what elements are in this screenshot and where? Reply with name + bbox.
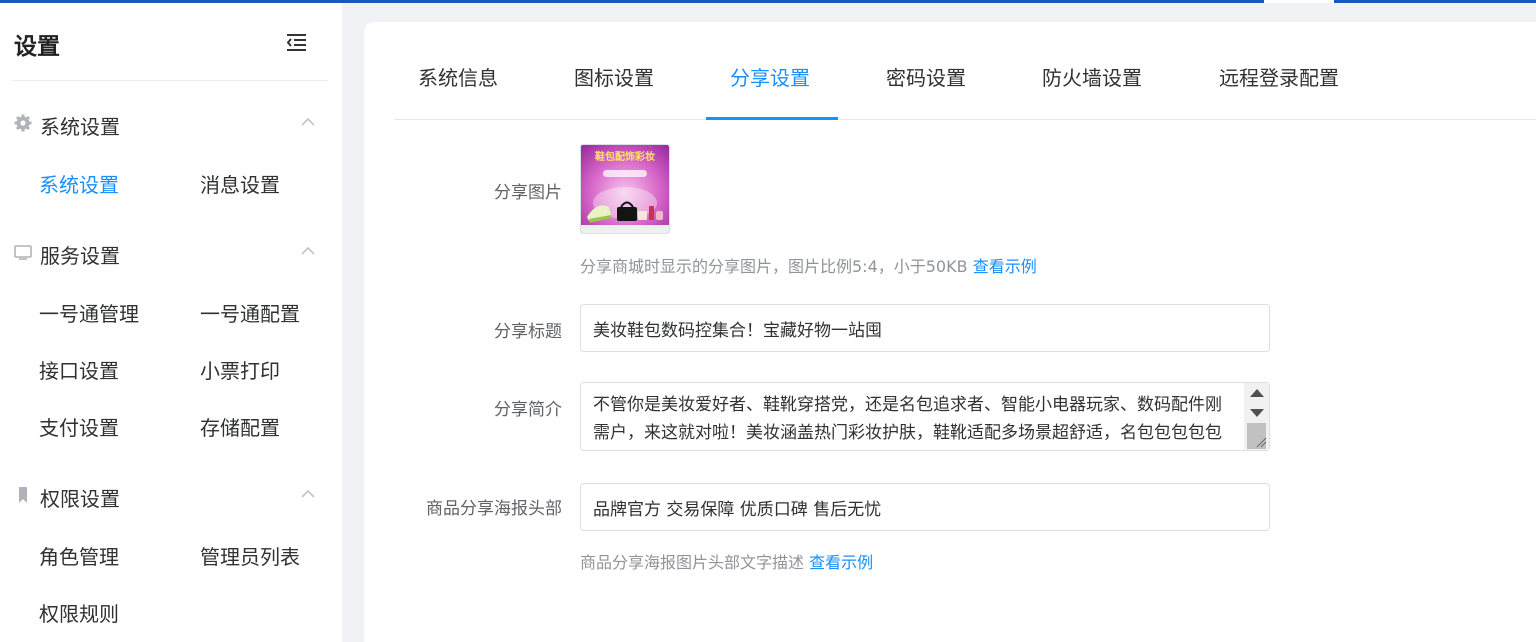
- share-image-hint: 分享商城时显示的分享图片，图片比例5:4，小于50KB 查看示例: [580, 253, 1037, 277]
- poster-header-value: 品牌官方 交易保障 优质口碑 售后无忧: [593, 499, 882, 520]
- chevron-up-icon: [301, 489, 315, 498]
- share-title-input[interactable]: 美妆鞋包数码控集合！宝藏好物一站囤: [580, 304, 1270, 352]
- scroll-up-arrow-icon[interactable]: [1250, 389, 1264, 397]
- poster-header-label: 商品分享海报头部: [426, 499, 562, 519]
- poster-header-hint-text: 商品分享海报图片头部文字描述: [580, 553, 805, 572]
- share-title-value: 美妆鞋包数码控集合！宝藏好物一站囤: [593, 320, 882, 341]
- poster-header-hint: 商品分享海报图片头部文字描述 查看示例: [580, 549, 873, 573]
- share-desc-label: 分享简介: [494, 400, 562, 420]
- tab-icon-settings[interactable]: 图标设置: [574, 62, 654, 91]
- menu-group-permission-settings[interactable]: 权限设置: [0, 476, 342, 516]
- gear-icon: [14, 114, 32, 132]
- sidebar-item-message-settings[interactable]: 消息设置: [200, 169, 280, 198]
- tab-firewall-settings[interactable]: 防火墙设置: [1042, 62, 1142, 91]
- menu-group-label: 服务设置: [40, 244, 120, 268]
- share-image-thumbnail[interactable]: 鞋包配饰彩妆: [580, 144, 670, 234]
- share-image-picture: 鞋包配饰彩妆: [581, 145, 669, 233]
- chevron-up-icon: [301, 117, 315, 126]
- menu-group-system-settings[interactable]: 系统设置: [0, 104, 342, 144]
- sidebar-item-role-manage[interactable]: 角色管理: [39, 541, 119, 570]
- sidebar-item-admin-list[interactable]: 管理员列表: [200, 541, 300, 570]
- poster-header-input[interactable]: 品牌官方 交易保障 优质口碑 售后无忧: [580, 483, 1270, 531]
- share-image-label: 分享图片: [494, 183, 562, 203]
- tab-share-settings[interactable]: 分享设置: [730, 62, 810, 91]
- poster-header-example-link[interactable]: 查看示例: [809, 553, 873, 572]
- settings-tabs: 系统信息 图标设置 分享设置 密码设置 防火墙设置 远程登录配置: [394, 22, 1536, 120]
- sidebar-item-receipt-print[interactable]: 小票打印: [200, 355, 280, 384]
- settings-panel: 系统信息 图标设置 分享设置 密码设置 防火墙设置 远程登录配置 分享图片 鞋包…: [364, 22, 1536, 642]
- sidebar-item-yihaotong-manage[interactable]: 一号通管理: [39, 298, 139, 327]
- share-image-caption: 鞋包配饰彩妆: [595, 150, 655, 163]
- tab-password-settings[interactable]: 密码设置: [886, 62, 966, 91]
- sidebar-item-yihaotong-config[interactable]: 一号通配置: [200, 298, 300, 327]
- tab-system-info[interactable]: 系统信息: [418, 62, 498, 91]
- sidebar-item-system-settings[interactable]: 系统设置: [39, 169, 119, 198]
- share-image-hint-text: 分享商城时显示的分享图片，图片比例5:4，小于50KB: [580, 257, 968, 276]
- menu-group-label: 权限设置: [40, 487, 120, 511]
- sidebar-item-payment-settings[interactable]: 支付设置: [39, 412, 119, 441]
- monitor-icon: [14, 245, 32, 260]
- menu-group-service-settings[interactable]: 服务设置: [0, 233, 342, 273]
- settings-sidebar: 设置 系统设置 系统设置 消息设置 服务设置 一号通管理 一号通配置 接口设置 …: [0, 3, 342, 642]
- sidebar-item-storage-config[interactable]: 存储配置: [200, 412, 280, 441]
- sidebar-header: 设置: [12, 3, 328, 81]
- share-title-label: 分享标题: [494, 322, 562, 342]
- share-desc-textarea[interactable]: 不管你是美妆爱好者、鞋靴穿搭党，还是名包追求者、智能小电器玩家、数码配件刚需户，…: [580, 382, 1270, 451]
- scroll-down-arrow-icon[interactable]: [1250, 409, 1264, 417]
- tab-remote-login-config[interactable]: 远程登录配置: [1219, 62, 1339, 91]
- menu-collapse-icon[interactable]: [285, 33, 307, 51]
- chevron-up-icon: [301, 246, 315, 255]
- sidebar-item-api-settings[interactable]: 接口设置: [39, 355, 119, 384]
- share-desc-value: 不管你是美妆爱好者、鞋靴穿搭党，还是名包追求者、智能小电器玩家、数码配件刚需户，…: [593, 395, 1222, 443]
- sidebar-title: 设置: [14, 34, 60, 60]
- sidebar-item-permission-rules[interactable]: 权限规则: [39, 598, 119, 627]
- bookmark-icon: [19, 487, 27, 503]
- active-tab-indicator: [706, 117, 838, 120]
- share-image-example-link[interactable]: 查看示例: [973, 257, 1037, 276]
- menu-group-label: 系统设置: [40, 115, 120, 139]
- resize-grip-icon[interactable]: [1255, 436, 1267, 448]
